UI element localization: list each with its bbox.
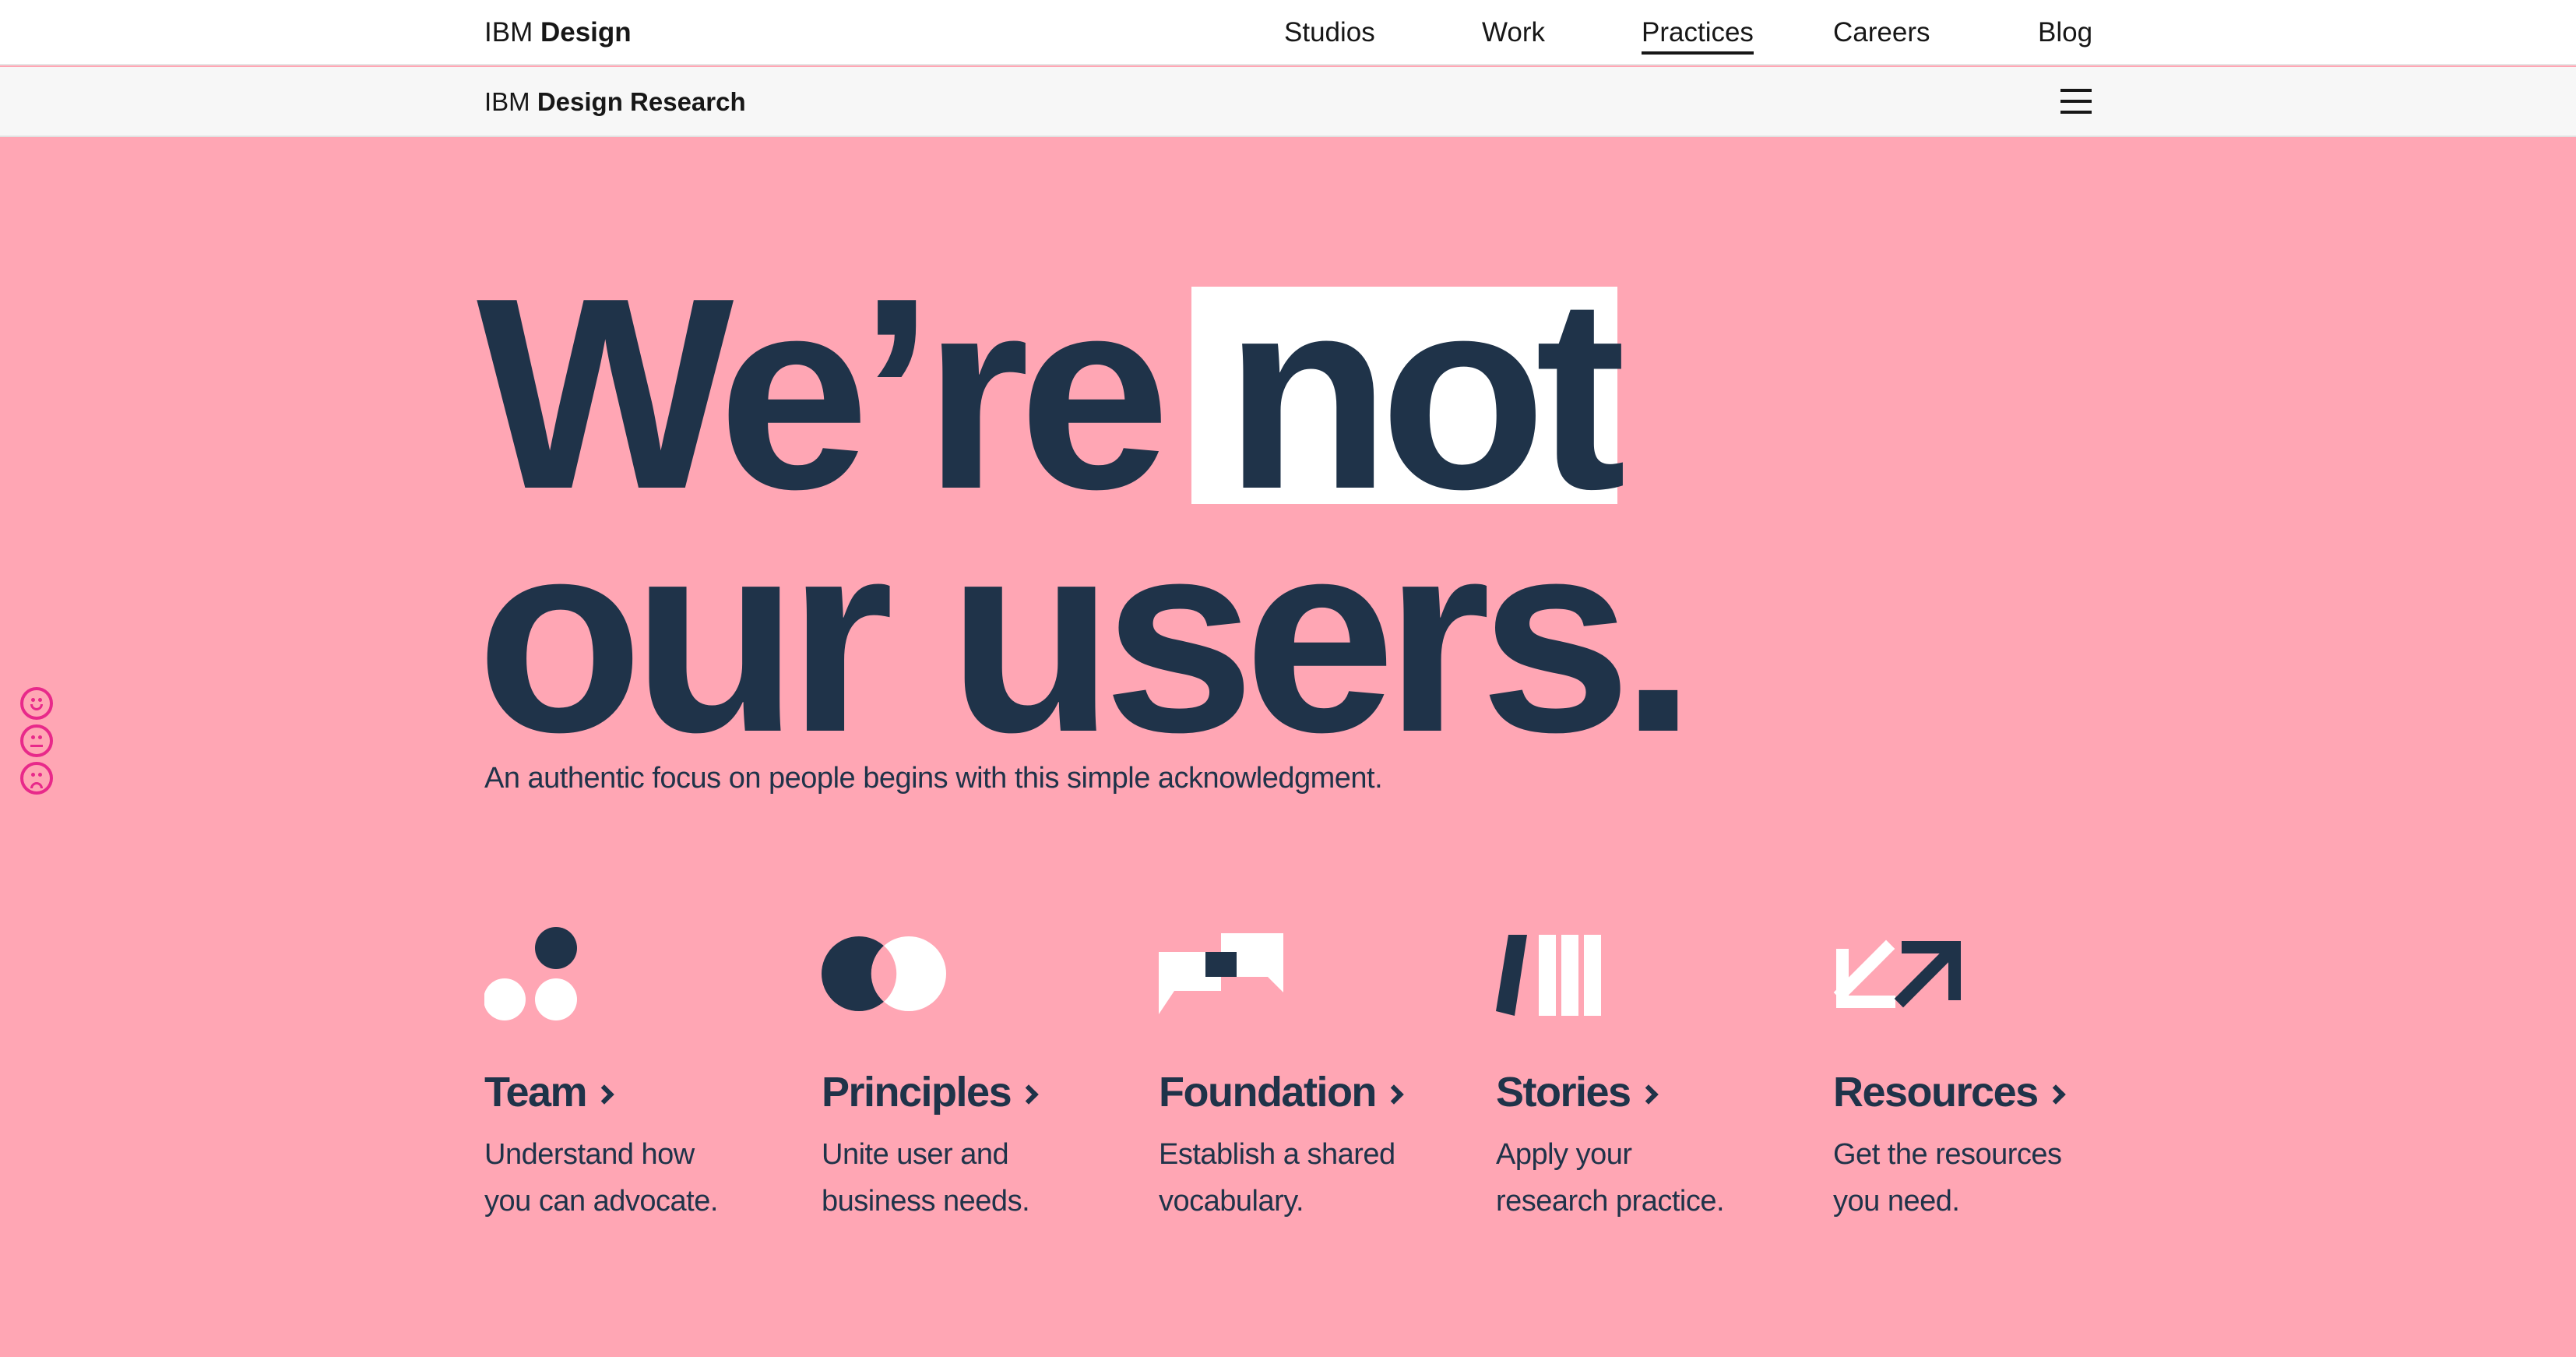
card-stories[interactable]: Stories Apply your research practice.	[1496, 924, 1807, 1218]
sad-face-icon[interactable]	[20, 762, 53, 795]
card-title-principles[interactable]: Principles	[822, 1068, 1039, 1116]
card-desc-stories: Apply your research practice.	[1496, 1138, 1725, 1218]
book-spines-icon	[1496, 935, 1601, 1016]
chevron-right-icon	[594, 1084, 614, 1105]
chevron-right-icon	[1019, 1084, 1039, 1105]
card-desc-principles: Unite user and business needs.	[822, 1138, 1030, 1218]
team-dots-icon	[484, 927, 577, 1020]
brand-prefix: IBM	[484, 17, 533, 48]
speech-bubbles-icon	[1159, 933, 1283, 1014]
nav-blog[interactable]: Blog	[2038, 17, 2092, 48]
chevron-right-icon	[1384, 1084, 1404, 1105]
sub-navigation-bar: IBM Design Research	[0, 67, 2576, 137]
nav-work[interactable]: Work	[1482, 17, 1545, 48]
nav-careers[interactable]: Careers	[1833, 17, 1930, 48]
subbrand-name: Design Research	[537, 87, 746, 116]
brand-name: Design	[540, 17, 632, 48]
card-foundation[interactable]: Foundation Establish a shared vocabulary.	[1159, 924, 1470, 1218]
ibm-design-research-link[interactable]: IBM Design Research	[484, 87, 746, 117]
nav-studios[interactable]: Studios	[1284, 17, 1375, 48]
neutral-face-icon[interactable]	[20, 724, 53, 757]
card-team[interactable]: Team Understand how you can advocate.	[484, 924, 796, 1218]
card-title-resources[interactable]: Resources	[1833, 1068, 2066, 1116]
card-principles[interactable]: Principles Unite user and business needs.	[822, 924, 1133, 1218]
card-title-stories[interactable]: Stories	[1496, 1068, 1659, 1116]
card-desc-team: Understand how you can advocate.	[484, 1138, 718, 1218]
hamburger-menu-icon[interactable]	[2059, 86, 2093, 117]
smile-icon[interactable]	[20, 687, 53, 720]
card-resources[interactable]: Resources Get the resources you need.	[1833, 924, 2145, 1218]
card-desc-foundation: Establish a shared vocabulary.	[1159, 1138, 1395, 1218]
card-desc-resources: Get the resources you need.	[1833, 1138, 2062, 1218]
headline-line-1: We’re not	[477, 258, 1685, 530]
hero-headline: We’re not our users.	[477, 258, 1696, 789]
ibm-design-logo[interactable]: IBM Design	[484, 17, 632, 48]
top-navigation-bar: IBM Design Studios Work Practices Career…	[0, 0, 2576, 65]
chevron-right-icon	[2045, 1084, 2066, 1105]
venn-circles-icon	[822, 936, 946, 1011]
headline-line-2: our users.	[477, 485, 1696, 789]
card-title-team[interactable]: Team	[484, 1068, 614, 1116]
hero-lead-text: An authentic focus on people begins with…	[484, 762, 1383, 795]
chevron-right-icon	[1638, 1084, 1659, 1105]
subbrand-prefix: IBM	[484, 87, 530, 116]
nav-practices[interactable]: Practices	[1642, 17, 1754, 55]
feedback-widget	[20, 687, 56, 799]
card-title-foundation[interactable]: Foundation	[1159, 1068, 1404, 1116]
arrows-in-out-icon	[1833, 939, 1961, 1008]
